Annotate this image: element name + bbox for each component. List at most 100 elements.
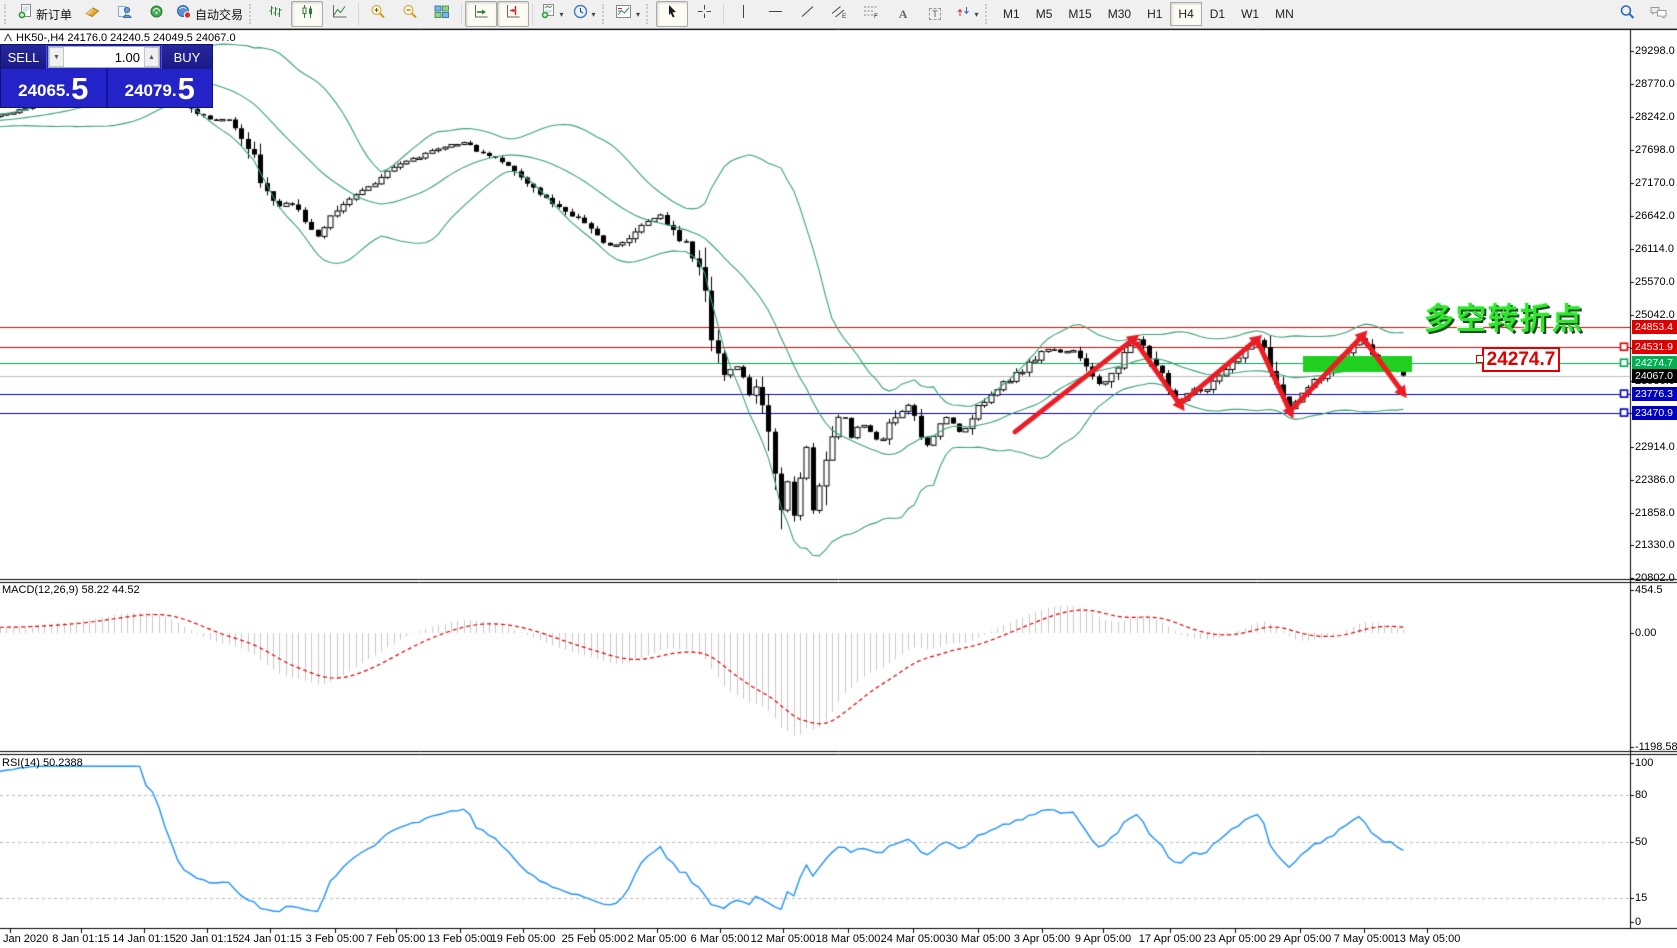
- terminal-button[interactable]: [140, 1, 172, 27]
- timeframe-w1[interactable]: W1: [1233, 2, 1267, 26]
- timeframe-h4[interactable]: H4: [1170, 2, 1202, 26]
- horizontal-line-tool[interactable]: [759, 1, 791, 27]
- buy-price-big-digit: 5: [177, 71, 195, 106]
- zoom-in-button[interactable]: [362, 1, 394, 27]
- data-window-button[interactable]: [108, 1, 140, 27]
- sell-price[interactable]: 24065. 5: [1, 69, 108, 107]
- chat-button[interactable]: [1643, 1, 1675, 27]
- time-axis-label[interactable]: 19 Feb 05:00: [491, 933, 556, 945]
- text-tool[interactable]: A: [887, 1, 919, 27]
- timeframe-m5[interactable]: M5: [1028, 2, 1061, 26]
- time-axis-label[interactable]: 2 Mar 05:00: [628, 933, 687, 945]
- timeframe-mn[interactable]: MN: [1267, 2, 1302, 26]
- price-axis-label[interactable]: 20802.0: [1635, 572, 1675, 584]
- time-axis-label[interactable]: 29 Apr 05:00: [1269, 933, 1331, 945]
- toolbar-grip[interactable]: [985, 4, 991, 24]
- timeframe-m15[interactable]: M15: [1060, 2, 1099, 26]
- market-watch-icon: [85, 4, 100, 24]
- time-axis-label[interactable]: 3 Feb 05:00: [306, 933, 365, 945]
- volume-increase-button[interactable]: ▲: [144, 47, 159, 67]
- volume-decrease-button[interactable]: ▼: [49, 47, 64, 67]
- auto-scroll-button[interactable]: [465, 1, 498, 27]
- price-axis-label[interactable]: 21330.0: [1635, 539, 1675, 551]
- periods-button[interactable]: ▾: [568, 1, 600, 27]
- buy-price[interactable]: 24079. 5: [108, 69, 213, 107]
- volume-input[interactable]: [64, 47, 144, 67]
- new-order-button[interactable]: 新订单: [14, 1, 76, 27]
- time-axis-label[interactable]: 13 Feb 05:00: [428, 933, 493, 945]
- time-axis-label[interactable]: 20 Jan 01:15: [175, 933, 239, 945]
- toolbar-grip[interactable]: [249, 4, 255, 24]
- chart-shift-button[interactable]: [497, 1, 530, 27]
- price-callout-handle[interactable]: [1476, 355, 1484, 363]
- time-axis-label[interactable]: Jan 2020: [3, 933, 48, 945]
- zoom-out-button[interactable]: [394, 1, 426, 27]
- time-axis-label[interactable]: 25 Feb 05:00: [562, 933, 627, 945]
- timeframe-m1[interactable]: M1: [995, 2, 1028, 26]
- autotrading-label: 自动交易: [195, 7, 244, 22]
- market-watch-button[interactable]: [76, 1, 108, 27]
- dropdown-caret: ▾: [559, 9, 564, 19]
- price-callout-label[interactable]: 24274.7: [1482, 347, 1560, 372]
- time-axis-label[interactable]: 30 Mar 05:00: [946, 933, 1011, 945]
- timeframe-h1[interactable]: H1: [1139, 2, 1170, 26]
- price-axis-label[interactable]: 27170.0: [1635, 177, 1675, 189]
- svg-text:E: E: [842, 13, 847, 19]
- rsi-scale-label: 100: [1635, 757, 1654, 769]
- cursor-tool-button[interactable]: [656, 1, 689, 27]
- search-button[interactable]: [1611, 1, 1643, 27]
- time-axis-label[interactable]: 7 Feb 05:00: [367, 933, 426, 945]
- bar-chart-button[interactable]: [259, 1, 291, 27]
- time-axis-label[interactable]: 13 May 05:00: [1394, 933, 1461, 945]
- timeframe-d1[interactable]: D1: [1202, 2, 1233, 26]
- equidistant-channel-tool[interactable]: E: [823, 1, 855, 27]
- price-axis-label[interactable]: 26114.0: [1635, 243, 1674, 255]
- arrows-tool[interactable]: ▾: [951, 1, 983, 27]
- price-axis-label[interactable]: 28770.0: [1635, 78, 1675, 90]
- new-chart-button[interactable]: ▾: [536, 1, 568, 27]
- toolbar-grip[interactable]: [646, 4, 652, 24]
- fibonacci-tool[interactable]: F: [855, 1, 887, 27]
- time-axis-label[interactable]: 23 Apr 05:00: [1204, 933, 1266, 945]
- crosshair-icon: [697, 4, 712, 24]
- time-axis-label[interactable]: 12 Mar 05:00: [751, 933, 816, 945]
- toolbar-grip[interactable]: [602, 4, 608, 24]
- vertical-line-tool[interactable]: [727, 1, 759, 27]
- price-axis-label[interactable]: 22914.0: [1635, 441, 1675, 453]
- chart-canvas[interactable]: [0, 0, 1677, 948]
- line-chart-button[interactable]: [323, 1, 355, 27]
- text-label-tool[interactable]: T: [919, 1, 951, 27]
- time-axis-label[interactable]: 9 Apr 05:00: [1075, 933, 1131, 945]
- timeframe-m30[interactable]: M30: [1100, 2, 1139, 26]
- autotrading-button[interactable]: 自动交易: [172, 1, 247, 27]
- price-axis-label[interactable]: 26642.0: [1635, 210, 1675, 222]
- price-axis-label[interactable]: 25570.0: [1635, 276, 1675, 288]
- price-axis-label[interactable]: 21858.0: [1635, 507, 1675, 519]
- price-axis-label[interactable]: 22386.0: [1635, 474, 1675, 486]
- time-axis-label[interactable]: 8 Jan 01:15: [52, 933, 110, 945]
- sell-button[interactable]: SELL: [1, 45, 47, 69]
- tile-windows-button[interactable]: [426, 1, 458, 27]
- time-axis-label[interactable]: 3 Apr 05:00: [1014, 933, 1070, 945]
- sell-price-main: 24065: [18, 81, 66, 100]
- time-axis-label[interactable]: 14 Jan 01:15: [112, 933, 176, 945]
- time-axis-label[interactable]: 18 Mar 05:00: [816, 933, 881, 945]
- price-axis-label[interactable]: 28242.0: [1635, 111, 1675, 123]
- candlestick-chart-button[interactable]: [291, 1, 324, 27]
- price-axis-label[interactable]: 29298.0: [1635, 45, 1675, 57]
- chart-ohlc-line: HK50-,H4 24176.0 24240.5 24049.5 24067.0: [16, 32, 236, 44]
- crosshair-tool-button[interactable]: [688, 1, 720, 27]
- new-order-label: 新订单: [36, 7, 73, 22]
- toolbar-grip[interactable]: [4, 4, 10, 24]
- time-axis-label[interactable]: 24 Jan 01:15: [238, 933, 302, 945]
- hline-price-tag: 23776.3: [1632, 386, 1677, 401]
- trendline-tool[interactable]: [791, 1, 823, 27]
- time-axis-label[interactable]: 17 Apr 05:00: [1139, 933, 1201, 945]
- time-axis-label[interactable]: 6 Mar 05:00: [691, 933, 750, 945]
- zoom-out-icon: [402, 4, 418, 25]
- chart-profile-button[interactable]: ▾: [612, 1, 644, 27]
- price-axis-label[interactable]: 27698.0: [1635, 144, 1675, 156]
- time-axis-label[interactable]: 24 Mar 05:00: [881, 933, 946, 945]
- buy-button[interactable]: BUY: [161, 45, 212, 69]
- time-axis-label[interactable]: 7 May 05:00: [1334, 933, 1395, 945]
